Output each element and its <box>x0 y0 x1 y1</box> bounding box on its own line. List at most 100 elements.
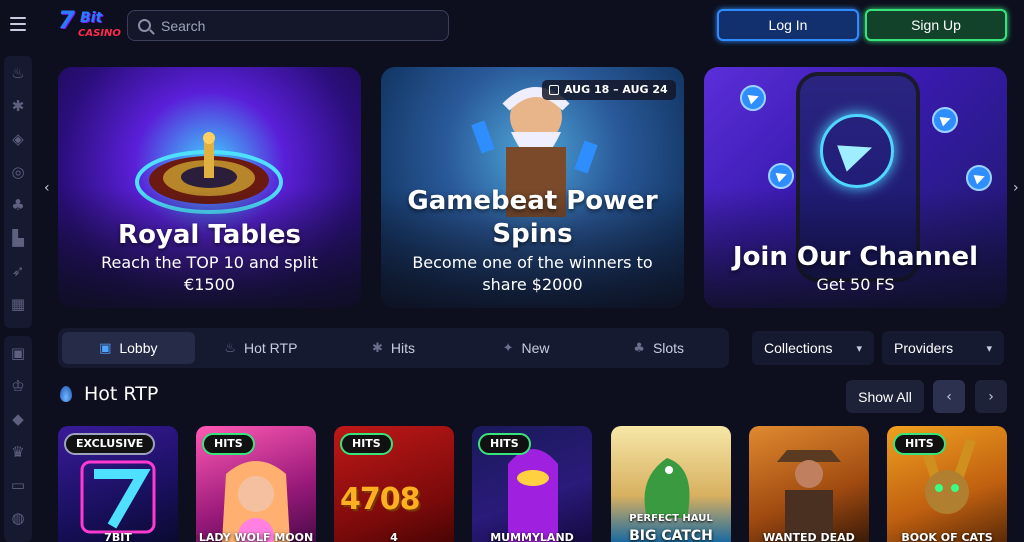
providers-dropdown[interactable]: Providers ▾ <box>882 331 1004 365</box>
banner-title: Royal Tables <box>118 220 301 250</box>
tab-slots[interactable]: ♣ Slots <box>592 332 725 364</box>
sidebar: ♨ ✱ ◈ ◎ ♣ ▙ ➶ ▦ ▣ ♔ ◆ ♛ ▭ ◍ <box>0 52 36 542</box>
banner-title: Gamebeat Power <box>407 186 658 216</box>
hat-icon[interactable]: ▙ <box>4 221 32 254</box>
banner-subtitle: Reach the TOP 10 and split <box>101 253 318 272</box>
rocket-icon[interactable]: ➶ <box>4 254 32 287</box>
lobby-icon: ▣ <box>99 340 112 356</box>
clubs-icon[interactable]: ♣ <box>4 188 32 221</box>
vip-icon[interactable]: ◆ <box>4 402 32 435</box>
banner-subtitle: share $2000 <box>482 275 583 294</box>
game-title: 4 <box>390 531 398 542</box>
slot-digits: 4708 <box>340 482 420 517</box>
search-box[interactable] <box>127 10 449 41</box>
calendar-icon <box>549 85 559 95</box>
game-tagline: PERFECT HAUL <box>629 513 713 524</box>
star-icon[interactable]: ✱ <box>4 89 32 122</box>
collections-label: Collections <box>764 340 833 356</box>
game-title: MUMMYLAND <box>490 531 574 542</box>
flame-icon[interactable]: ♨ <box>4 56 32 89</box>
game-art <box>222 461 290 542</box>
logo-casino: CASINO <box>78 28 121 39</box>
telegram-icon <box>768 163 794 189</box>
tab-label: New <box>521 340 550 356</box>
top-bar: 7 Bit CASINO Log In Sign Up <box>0 0 1024 52</box>
game-title: LADY WOLF MOON <box>198 531 314 542</box>
dice-icon[interactable]: ◈ <box>4 122 32 155</box>
telegram-icon <box>820 114 894 188</box>
badge-hits: HITS <box>340 433 393 455</box>
game-title: BOOK OF CATS <box>901 531 993 542</box>
flame-icon <box>60 386 72 402</box>
show-all-button[interactable]: Show All <box>846 380 924 413</box>
tab-hits[interactable]: ✱ Hits <box>327 332 460 364</box>
banner-next-arrow[interactable]: › <box>1013 180 1019 196</box>
cards-icon[interactable]: ▦ <box>4 287 32 320</box>
date-badge: AUG 18 – AUG 24 <box>542 80 676 100</box>
section-header: Hot RTP <box>60 383 158 405</box>
prev-button[interactable]: ‹ <box>933 380 965 413</box>
banner-royal-tables[interactable]: Royal Tables Reach the TOP 10 and split … <box>58 67 361 308</box>
badge-hits: HITS <box>202 433 255 455</box>
section-title: Hot RTP <box>84 383 159 405</box>
wallet-icon[interactable]: ▭ <box>4 468 32 501</box>
chevron-down-icon: ▾ <box>986 341 992 355</box>
tab-hot-rtp[interactable]: ♨ Hot RTP <box>195 332 328 364</box>
game-card[interactable]: HITS MUMMYLAND <box>472 426 592 542</box>
telegram-icon <box>932 107 958 133</box>
chat-icon[interactable]: ◍ <box>4 501 32 534</box>
tab-label: Hot RTP <box>244 340 298 356</box>
chevron-left-icon: ‹ <box>946 388 952 405</box>
banner-gamebeat-power-spins[interactable]: AUG 18 – AUG 24 Gamebeat Power Spins Bec… <box>381 67 684 308</box>
game-card[interactable]: HITS LADY WOLF MOON <box>196 426 316 542</box>
banner-subtitle: Become one of the winners to <box>412 253 653 272</box>
crown-icon[interactable]: ♛ <box>4 435 32 468</box>
game-card[interactable]: EXCLUSIVE 7BIT <box>58 426 178 542</box>
badge-hits: HITS <box>478 433 531 455</box>
login-button[interactable]: Log In <box>717 9 859 41</box>
badge-hits: HITS <box>893 433 946 455</box>
category-tabs: ▣ Lobby ♨ Hot RTP ✱ Hits ✦ New ♣ Slots <box>58 328 729 368</box>
tab-label: Hits <box>390 340 415 356</box>
game-card[interactable]: WANTED DEAD <box>749 426 869 542</box>
logo-word: Bit <box>80 10 103 26</box>
chevron-right-icon: › <box>988 388 994 405</box>
next-button[interactable]: › <box>975 380 1007 413</box>
logo[interactable]: 7 Bit CASINO <box>58 6 121 44</box>
chevron-down-icon: ▾ <box>856 341 862 355</box>
banner-title: Spins <box>492 219 573 249</box>
banner-subtitle: Get 50 FS <box>816 275 895 294</box>
game-title: BIG CATCH <box>629 528 713 542</box>
logo-number: 7 <box>58 6 75 34</box>
telegram-icon <box>740 85 766 111</box>
date-range: AUG 18 – AUG 24 <box>564 83 668 96</box>
banner-title: Join Our Channel <box>732 242 979 272</box>
menu-icon[interactable] <box>10 17 26 31</box>
game-card[interactable]: HITS BOOK OF CATS <box>887 426 1007 542</box>
game-card[interactable]: PERFECT HAUL BIG CATCH <box>611 426 731 542</box>
game-art <box>777 450 841 542</box>
game-art <box>80 460 156 534</box>
target-icon[interactable]: ◎ <box>4 155 32 188</box>
tab-lobby[interactable]: ▣ Lobby <box>62 332 195 364</box>
providers-label: Providers <box>894 340 954 356</box>
tab-new[interactable]: ✦ New <box>460 332 593 364</box>
cherry-icon: ♣ <box>633 340 645 356</box>
search-input[interactable] <box>161 17 441 34</box>
signup-button[interactable]: Sign Up <box>865 9 1007 41</box>
flame-icon: ♨ <box>224 340 236 356</box>
star-icon: ✱ <box>371 340 383 356</box>
tab-label: Lobby <box>119 340 158 356</box>
banner-prev-arrow[interactable]: ‹ <box>44 180 50 196</box>
search-icon <box>138 19 151 32</box>
new-icon: ✦ <box>502 340 514 356</box>
banner-join-channel[interactable]: Join Our Channel Get 50 FS <box>704 67 1007 308</box>
tab-label: Slots <box>652 340 685 356</box>
banner-subtitle: €1500 <box>184 275 235 294</box>
collections-dropdown[interactable]: Collections ▾ <box>752 331 874 365</box>
gift-icon[interactable]: ▣ <box>4 336 32 369</box>
game-title: WANTED DEAD <box>763 531 855 542</box>
game-title: 7BIT <box>104 531 132 542</box>
game-card[interactable]: 4708 HITS 4 <box>334 426 454 542</box>
trophy-icon[interactable]: ♔ <box>4 369 32 402</box>
